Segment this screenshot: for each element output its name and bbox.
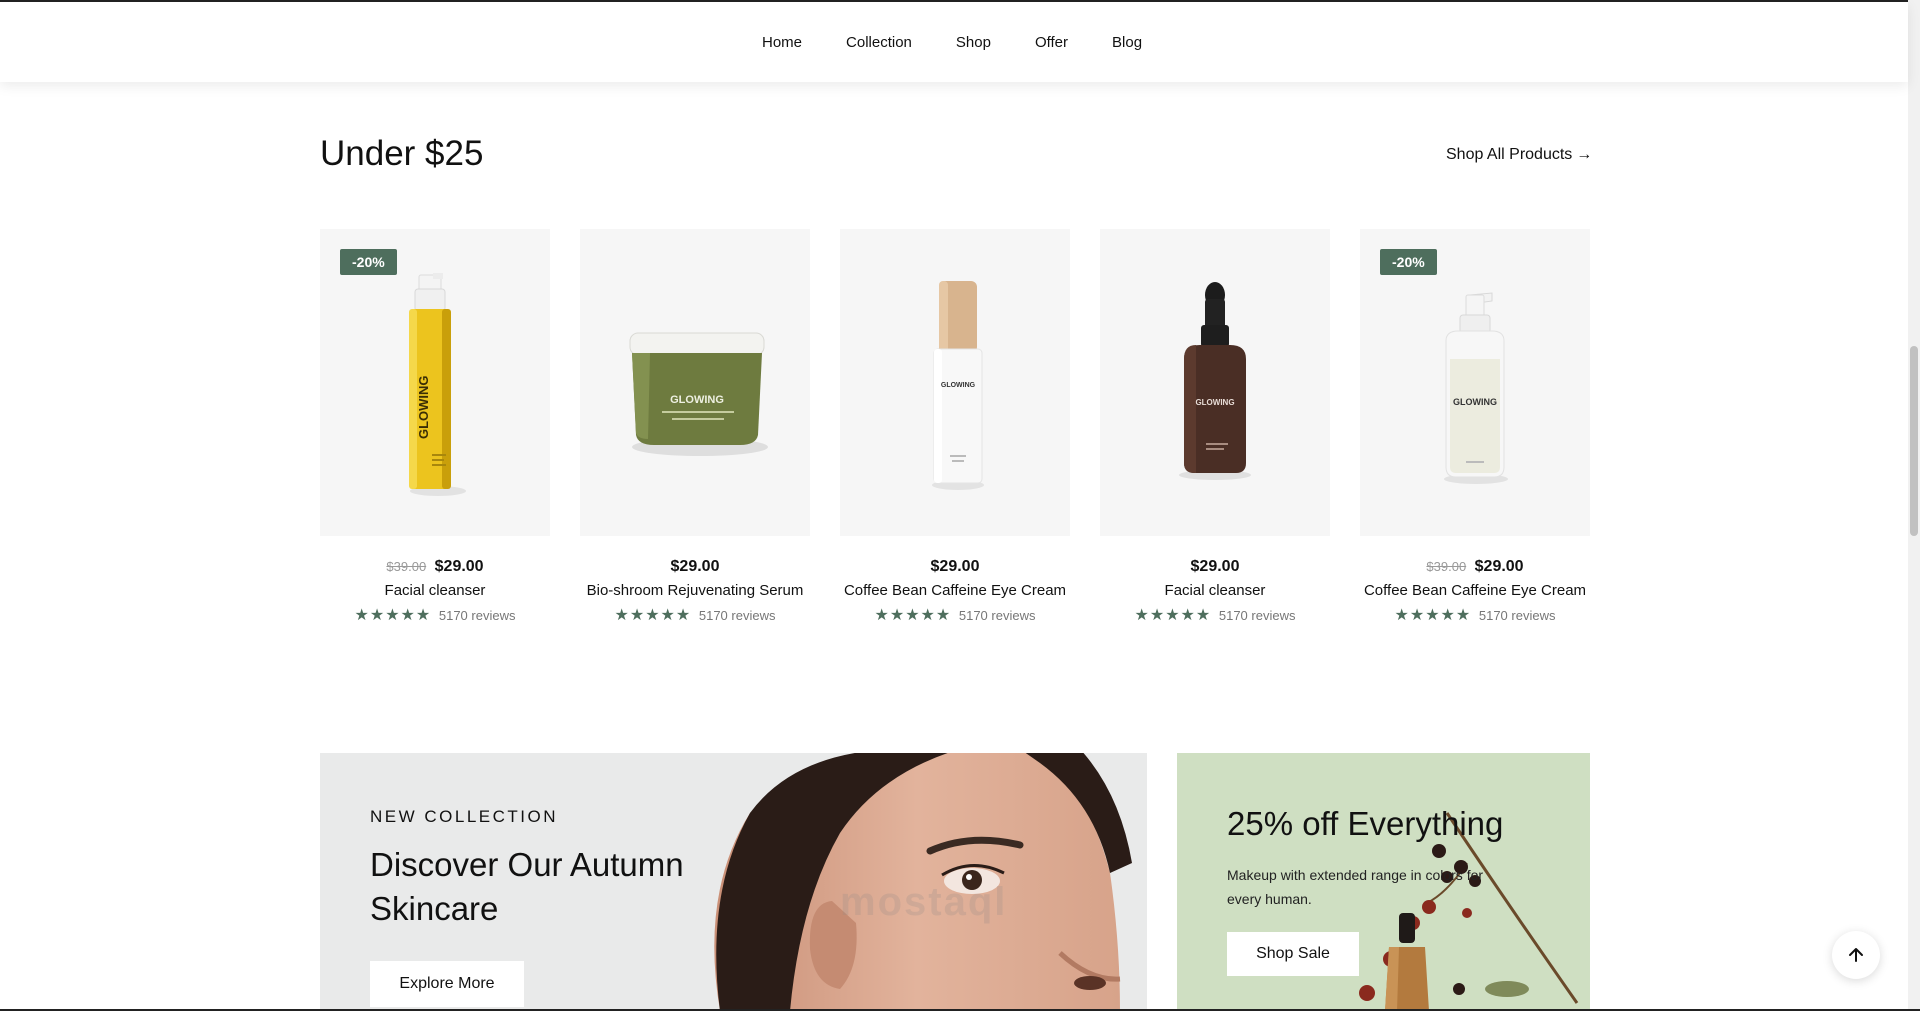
watermark: mostaql bbox=[840, 880, 1008, 924]
scrollbar[interactable] bbox=[1908, 0, 1920, 1011]
nav-item-collection[interactable]: Collection bbox=[846, 34, 912, 51]
product-list: -20% GLOWING $39.00 $29.00 Facial cleans… bbox=[320, 229, 1590, 625]
price: $29.00 bbox=[930, 558, 980, 575]
price-row: $29.00 bbox=[1100, 558, 1330, 576]
product-image[interactable]: GLOWING bbox=[580, 229, 810, 536]
banner-eyebrow: NEW COLLECTION bbox=[370, 807, 559, 826]
product-image[interactable]: GLOWING bbox=[840, 229, 1070, 536]
price-row: $29.00 bbox=[580, 558, 810, 576]
sale-banner: 25% off Everything Makeup with extended … bbox=[1177, 753, 1590, 1011]
review-count: 5170 reviews bbox=[1478, 608, 1556, 623]
price: $29.00 bbox=[1190, 558, 1240, 575]
product-card[interactable]: GLOWING $29.00 Bio-shroom Rejuvenating S… bbox=[580, 229, 810, 625]
nav-item-blog[interactable]: Blog bbox=[1112, 34, 1142, 51]
sale-heading: 25% off Everything bbox=[1227, 805, 1504, 842]
shop-all-products-link[interactable]: Shop All Products → bbox=[1446, 146, 1592, 164]
price-row: $39.00 $29.00 bbox=[1360, 558, 1590, 576]
eye-cream-bottle-image: GLOWING bbox=[932, 281, 984, 490]
star-icon: ★★★★★ bbox=[1134, 607, 1212, 624]
star-icon: ★★★★★ bbox=[874, 607, 952, 624]
price: $29.00 bbox=[434, 558, 484, 575]
nav-item-home[interactable]: Home bbox=[762, 34, 802, 51]
rating: ★★★★★ 5170 reviews bbox=[840, 605, 1070, 625]
product-card[interactable]: -20% GLOWING $39.00 $29.00 Facial cleans… bbox=[320, 229, 550, 625]
product-brand: GLOWING bbox=[1195, 398, 1234, 407]
product-name[interactable]: Facial cleanser bbox=[1100, 582, 1330, 599]
old-price: $39.00 bbox=[386, 559, 427, 574]
scrollbar-thumb[interactable] bbox=[1910, 346, 1918, 536]
product-name[interactable]: Bio-shroom Rejuvenating Serum bbox=[580, 582, 810, 599]
product-brand: GLOWING bbox=[670, 394, 724, 406]
banner-heading: Discover Our Autumn Skincare bbox=[370, 846, 684, 927]
rating: ★★★★★ 5170 reviews bbox=[1360, 605, 1590, 625]
product-card[interactable]: GLOWING $29.00 Coffee Bean Caffeine Eye … bbox=[840, 229, 1070, 625]
product-image[interactable]: -20% GLOWING bbox=[1360, 229, 1590, 536]
sale-description: Makeup with extended range in colors for… bbox=[1227, 867, 1484, 907]
star-icon: ★★★★★ bbox=[1394, 607, 1472, 624]
product-image[interactable]: -20% GLOWING bbox=[320, 229, 550, 536]
serum-jar-image: GLOWING bbox=[629, 332, 768, 456]
product-name[interactable]: Facial cleanser bbox=[320, 582, 550, 599]
discount-badge: -20% bbox=[1380, 249, 1437, 275]
star-icon: ★★★★★ bbox=[614, 607, 692, 624]
price: $29.00 bbox=[1474, 558, 1524, 575]
dropper-bottle-image: GLOWING bbox=[1179, 282, 1251, 480]
review-count: 5170 reviews bbox=[958, 608, 1036, 623]
rating: ★★★★★ 5170 reviews bbox=[1100, 605, 1330, 625]
scroll-to-top-button[interactable] bbox=[1832, 931, 1880, 979]
price-row: $29.00 bbox=[840, 558, 1070, 576]
section-title: Under $25 bbox=[320, 134, 484, 173]
review-count: 5170 reviews bbox=[438, 608, 516, 623]
explore-more-button[interactable]: Explore More bbox=[370, 961, 524, 1007]
arrow-right-icon: → bbox=[1576, 146, 1593, 163]
star-icon: ★★★★★ bbox=[354, 607, 432, 624]
pump-bottle-image: GLOWING bbox=[1444, 292, 1508, 484]
shop-all-label: Shop All Products bbox=[1446, 146, 1573, 163]
product-name[interactable]: Coffee Bean Caffeine Eye Cream bbox=[1360, 582, 1590, 599]
shop-sale-button[interactable]: Shop Sale bbox=[1227, 932, 1359, 976]
nav-item-shop[interactable]: Shop bbox=[956, 34, 991, 51]
nav-item-offer[interactable]: Offer bbox=[1035, 34, 1068, 51]
review-count: 5170 reviews bbox=[698, 608, 776, 623]
cleanser-bottle-image: GLOWING bbox=[409, 273, 466, 496]
review-count: 5170 reviews bbox=[1218, 608, 1296, 623]
product-brand: GLOWING bbox=[941, 382, 976, 389]
rating: ★★★★★ 5170 reviews bbox=[580, 605, 810, 625]
navbar: Home Collection Shop Offer Blog bbox=[0, 2, 1908, 82]
product-card[interactable]: GLOWING $29.00 Facial cleanser ★★★★★ 517… bbox=[1100, 229, 1330, 625]
main-nav: Home Collection Shop Offer Blog bbox=[762, 2, 1142, 82]
product-brand: GLOWING bbox=[416, 375, 431, 439]
product-image[interactable]: GLOWING bbox=[1100, 229, 1330, 536]
product-brand: GLOWING bbox=[1453, 397, 1497, 407]
price-row: $39.00 $29.00 bbox=[320, 558, 550, 576]
price: $29.00 bbox=[670, 558, 720, 575]
old-price: $39.00 bbox=[1426, 559, 1467, 574]
arrow-up-icon bbox=[1849, 948, 1863, 962]
rating: ★★★★★ 5170 reviews bbox=[320, 605, 550, 625]
discount-badge: -20% bbox=[340, 249, 397, 275]
new-collection-banner: NEW COLLECTION Discover Our Autumn Skinc… bbox=[320, 753, 1147, 1011]
product-name[interactable]: Coffee Bean Caffeine Eye Cream bbox=[840, 582, 1070, 599]
product-card[interactable]: -20% GLOWING $39.00 $29.00 Coffee Bean C… bbox=[1360, 229, 1590, 625]
